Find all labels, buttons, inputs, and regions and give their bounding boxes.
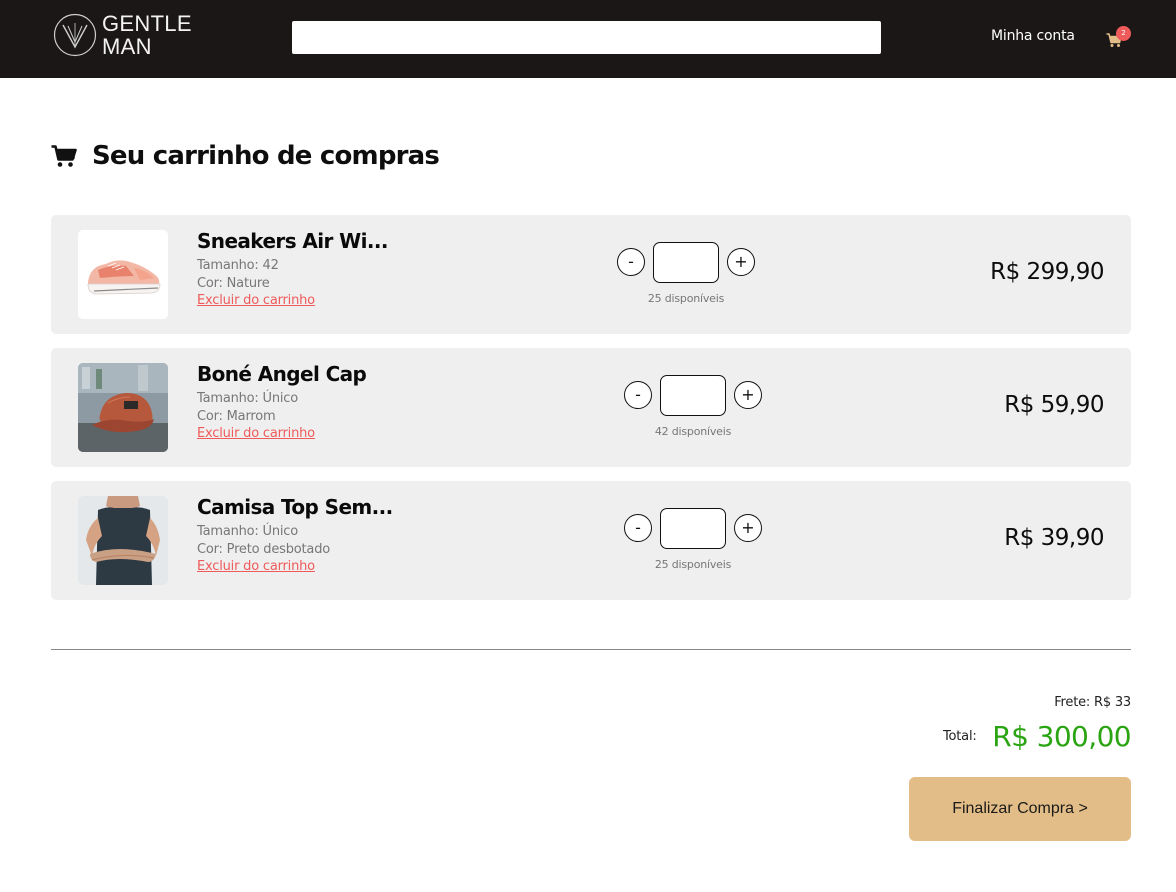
page-title: Seu carrinho de compras: [51, 138, 440, 174]
product-size: Tamanho: 42: [197, 258, 279, 273]
cart-count-badge: 2: [1116, 26, 1131, 41]
remove-from-cart-link[interactable]: Excluir do carrinho: [197, 426, 315, 441]
decrease-quantity-button[interactable]: -: [624, 381, 652, 409]
search-input[interactable]: [292, 21, 881, 54]
cart-icon: [51, 145, 77, 167]
product-color: Cor: Preto desbotado: [197, 542, 331, 557]
top-navbar: GENTLE MAN Minha conta 2: [0, 0, 1176, 78]
quantity-stepper: - +: [624, 374, 762, 416]
cart-item: Boné Angel Cap Tamanho: Único Cor: Marro…: [51, 348, 1131, 467]
increase-quantity-button[interactable]: +: [727, 248, 755, 276]
remove-from-cart-link[interactable]: Excluir do carrinho: [197, 559, 315, 574]
product-name[interactable]: Boné Angel Cap: [197, 362, 367, 386]
product-price: R$ 39,90: [1004, 525, 1104, 551]
logo-emblem-icon: [53, 13, 97, 57]
decrease-quantity-button[interactable]: -: [617, 248, 645, 276]
shipping-cost: Frete: R$ 33: [1054, 695, 1131, 710]
product-color: Cor: Marrom: [197, 409, 276, 424]
cart-item: Camisa Top Sem... Tamanho: Único Cor: Pr…: [51, 481, 1131, 600]
product-name[interactable]: Camisa Top Sem...: [197, 495, 393, 519]
quantity-input[interactable]: [660, 374, 726, 416]
product-size: Tamanho: Único: [197, 524, 298, 539]
summary-divider: [51, 649, 1131, 650]
sneaker-photo: [78, 230, 168, 319]
remove-from-cart-link[interactable]: Excluir do carrinho: [197, 293, 315, 308]
increase-quantity-button[interactable]: +: [734, 514, 762, 542]
account-link[interactable]: Minha conta: [991, 28, 1075, 44]
stock-available: 42 disponíveis: [654, 425, 732, 438]
cap-photo: [78, 363, 168, 452]
total-label: Total:: [943, 729, 977, 744]
shirt-photo: [78, 496, 168, 585]
decrease-quantity-button[interactable]: -: [624, 514, 652, 542]
quantity-stepper: - +: [617, 241, 755, 283]
total-value: R$ 300,00: [992, 720, 1131, 753]
logo-text: GENTLE MAN: [102, 12, 192, 58]
page-title-text: Seu carrinho de compras: [92, 141, 440, 171]
product-color: Cor: Nature: [197, 276, 270, 291]
product-name[interactable]: Sneakers Air Wi...: [197, 229, 388, 253]
header-cart-button[interactable]: 2: [1104, 26, 1131, 52]
product-image-shirt[interactable]: [78, 496, 168, 585]
stock-available: 25 disponíveis: [654, 558, 732, 571]
quantity-stepper: - +: [624, 507, 762, 549]
product-price: R$ 299,90: [990, 259, 1104, 285]
product-price: R$ 59,90: [1004, 392, 1104, 418]
stock-available: 25 disponíveis: [647, 292, 725, 305]
quantity-input[interactable]: [660, 507, 726, 549]
product-image-sneaker[interactable]: [78, 230, 168, 319]
logo-line-1: GENTLE: [102, 11, 192, 36]
product-size: Tamanho: Único: [197, 391, 298, 406]
increase-quantity-button[interactable]: +: [734, 381, 762, 409]
cart-item: Sneakers Air Wi... Tamanho: 42 Cor: Natu…: [51, 215, 1131, 334]
logo[interactable]: GENTLE MAN: [53, 12, 192, 58]
logo-line-2: MAN: [102, 34, 152, 59]
checkout-button[interactable]: Finalizar Compra >: [909, 777, 1131, 841]
quantity-input[interactable]: [653, 241, 719, 283]
product-image-cap[interactable]: [78, 363, 168, 452]
